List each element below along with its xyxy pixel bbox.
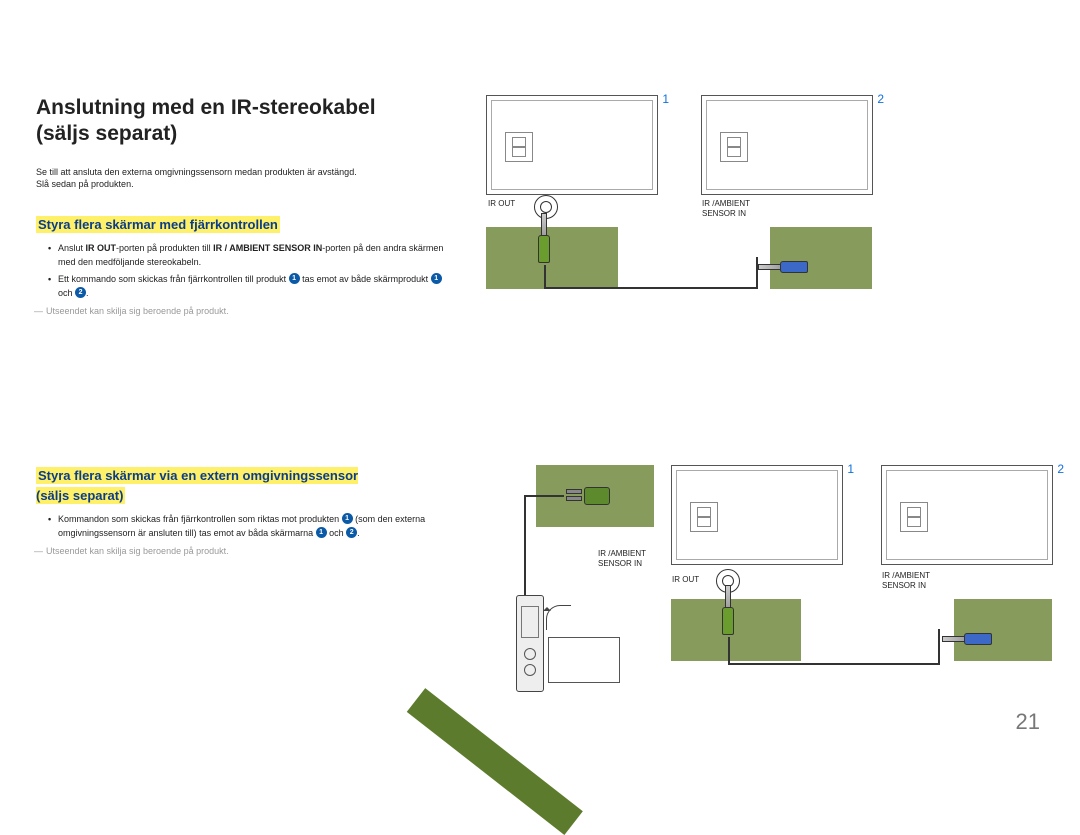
connector-panel-icon bbox=[486, 227, 618, 289]
connector-panel-icon bbox=[770, 227, 872, 289]
remote-beam-icon bbox=[407, 688, 583, 835]
section1-bullet-1: Anslut IR OUT-porten på produkten till I… bbox=[48, 242, 456, 269]
section2-heading: Styra flera skärmar via en extern omgivn… bbox=[36, 467, 358, 504]
section1-note: Utseendet kan skilja sig beroende på pro… bbox=[36, 306, 456, 316]
monitor-2-icon: 2 bbox=[701, 95, 873, 195]
ir-ambient-label: IR /AMBIENT SENSOR IN bbox=[882, 571, 930, 590]
badge-2-icon: 2 bbox=[75, 287, 86, 298]
badge-2-icon: 2 bbox=[346, 527, 357, 538]
section-1: Styra flera skärmar med fjärrkontrollen … bbox=[36, 215, 456, 317]
ir-out-label: IR OUT bbox=[488, 199, 515, 209]
section1-heading: Styra flera skärmar med fjärrkontrollen bbox=[36, 216, 280, 233]
audio-jack-blue-icon bbox=[758, 261, 808, 275]
audio-jack-green-icon bbox=[720, 585, 734, 635]
ir-ambient-label: IR /AMBIENT SENSOR IN bbox=[598, 549, 646, 568]
badge-1-icon: 1 bbox=[316, 527, 327, 538]
badge-1-icon: 1 bbox=[342, 513, 353, 524]
page-title: Anslutning med en IR-stereokabel (säljs … bbox=[36, 95, 456, 148]
ir-ambient-label: IR /AMBIENT SENSOR IN bbox=[702, 199, 750, 218]
connector-panel-icon bbox=[671, 599, 801, 661]
arrow-curve-icon bbox=[546, 605, 571, 630]
connector-panel-icon bbox=[954, 599, 1052, 661]
ir-out-label: IR OUT bbox=[672, 575, 699, 585]
sensor-box-icon bbox=[548, 637, 620, 683]
section2-note: Utseendet kan skilja sig beroende på pro… bbox=[36, 546, 456, 556]
section2-bullet-1: Kommandon som skickas från fjärrkontroll… bbox=[48, 513, 456, 540]
monitor-2-icon: 2 bbox=[881, 465, 1053, 565]
section-2: Styra flera skärmar via en extern omgivn… bbox=[36, 466, 456, 556]
monitor-1-icon: 1 bbox=[486, 95, 658, 195]
audio-jack-green-icon bbox=[536, 213, 550, 263]
audio-jack-blue-icon bbox=[942, 633, 992, 647]
page-number: 21 bbox=[1016, 709, 1040, 735]
ir-plug-icon bbox=[566, 485, 610, 505]
badge-1-icon: 1 bbox=[431, 273, 442, 284]
section1-bullet-2: Ett kommando som skickas från fjärrkontr… bbox=[48, 273, 456, 300]
diagrams: 1 2 IR OUT IR /AMBIENT SENSOR IN 1 2 IR … bbox=[476, 95, 1044, 596]
remote-control-icon bbox=[516, 595, 544, 692]
intro-text: Se till att ansluta den externa omgivnin… bbox=[36, 166, 456, 191]
monitor-1-icon: 1 bbox=[671, 465, 843, 565]
badge-1-icon: 1 bbox=[289, 273, 300, 284]
